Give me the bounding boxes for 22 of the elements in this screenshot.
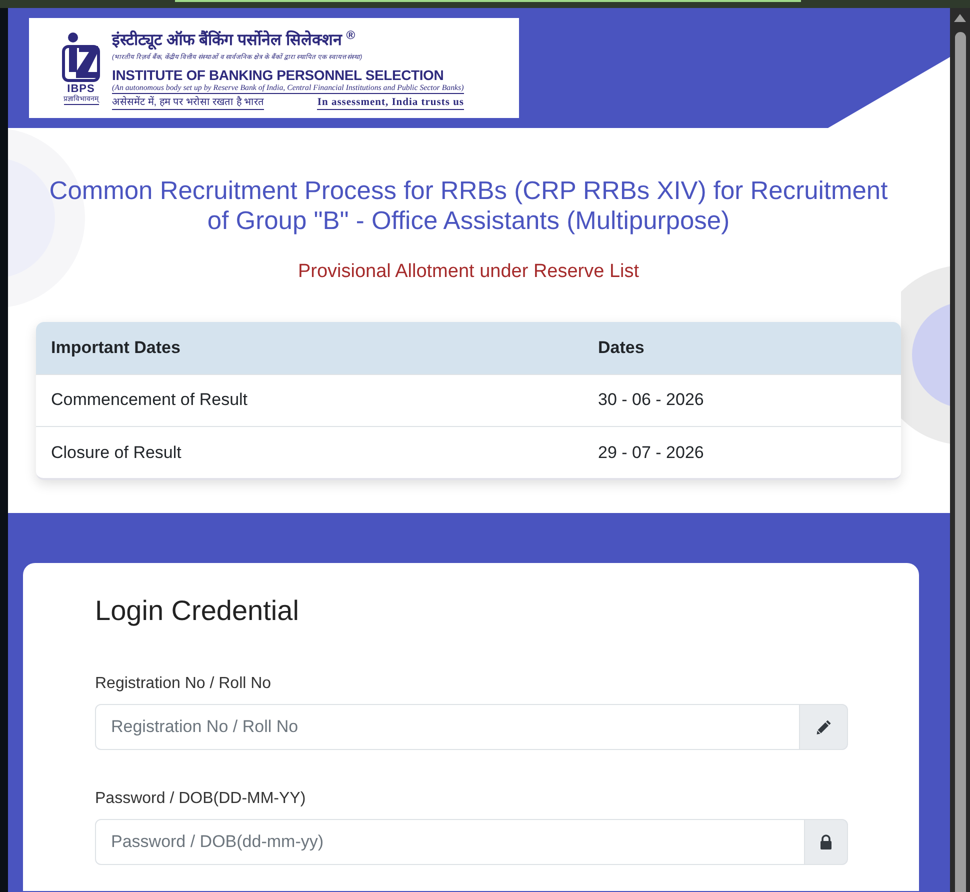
input-field[interactable]: Registration No / Roll No <box>95 704 800 750</box>
field-label: Password / DOB(DD-MM-YY) <box>95 789 307 809</box>
column-header: Important Dates <box>36 322 583 374</box>
emblem-icon <box>62 32 100 82</box>
tagline: In assessment, India trusts us <box>317 97 464 110</box>
institute-name: INSTITUTE OF BANKING PERSONNEL SELECTION <box>112 67 445 83</box>
column-header: Dates <box>583 322 901 374</box>
table-cell: 29 - 07 - 2026 <box>583 426 901 478</box>
tagline-hindi: असेसमेंट में, हम पर भरोसा रखता है भारत <box>112 97 264 110</box>
scrollbar-thumb[interactable] <box>954 32 966 892</box>
password-field[interactable]: Password / DOB(dd-mm-yy) <box>95 819 805 865</box>
emblem-text: IBPS <box>67 83 95 95</box>
page-subtitle: Provisional Allotment under Reserve List <box>298 260 640 284</box>
table-cell: Closure of Result <box>36 426 583 478</box>
pencil-icon <box>816 719 832 735</box>
scroll-up-arrow-icon <box>953 13 967 23</box>
table-cell: Commencement of Result <box>36 374 583 426</box>
lock-icon <box>818 834 834 850</box>
page-title: Common Recruitment Process for RRBs (CRP RRBs XIV) for Recruitment of Group "B" - Office Assistants (Multipurpose) <box>48 176 889 236</box>
field-label: Registration No / Roll No <box>95 674 272 694</box>
login-title: Login Credential <box>95 594 300 628</box>
institute-name-hindi: इंस्टीट्यूट ऑफ बैंकिंग पर्सोनेल सिलेक्शन $^{®}$ <box>112 31 356 51</box>
